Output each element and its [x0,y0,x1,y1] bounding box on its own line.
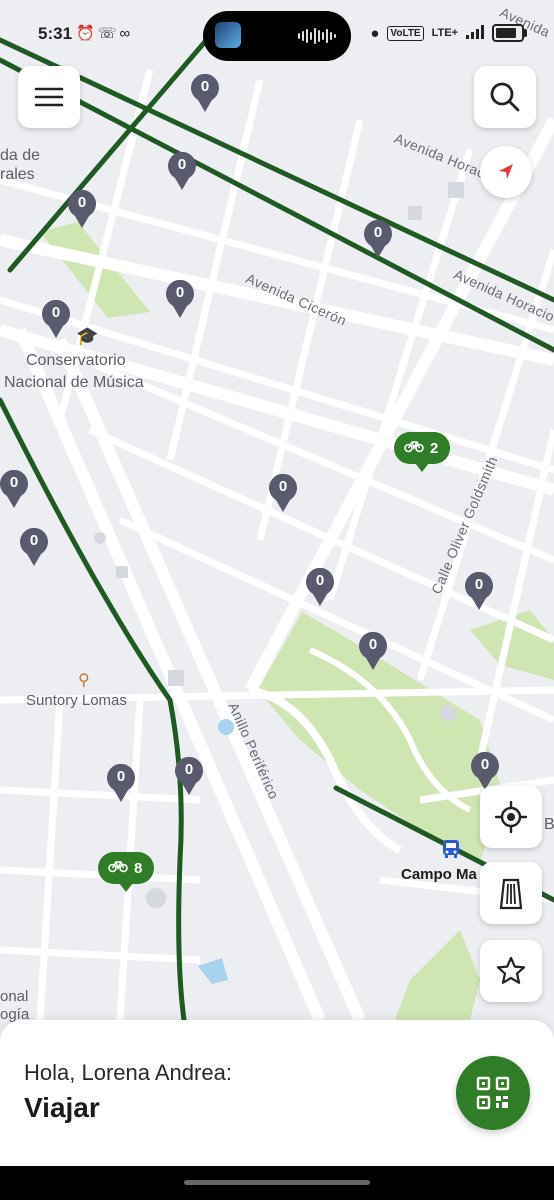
app-icon [215,22,241,48]
bike-station-pin[interactable]: 8 [98,852,155,892]
whatsapp-icon: ☏ [97,25,120,42]
music-school-icon: 🎓 [76,326,99,346]
station-marker[interactable]: 0 [190,73,220,112]
compass-icon [499,164,513,179]
poi-label: B [544,816,554,833]
station-marker[interactable]: 0 [167,151,197,190]
marker-count: 0 [177,156,187,173]
bike-icon: ∞ [119,25,134,42]
my-location-button[interactable] [480,786,542,848]
building-icon [499,878,523,910]
station-marker[interactable]: 0 [305,567,335,606]
marker-count: 0 [368,636,378,653]
poi-label: Campo Ma [401,866,477,883]
qr-scan-button[interactable] [456,1056,530,1130]
greeting-text: Hola, Lorena Andrea: [24,1060,232,1085]
star-icon [496,956,526,984]
bike-station-pin[interactable]: 2 [394,432,451,472]
station-marker[interactable]: 0 [470,751,500,790]
signal-icon [466,24,484,42]
menu-button[interactable] [18,66,80,128]
station-marker[interactable]: 0 [268,473,298,512]
marker-count: 0 [373,224,383,241]
marker-count: 0 [474,576,484,593]
poi-label: rales [0,166,35,183]
search-icon [490,82,520,112]
favorites-button[interactable] [480,940,542,1002]
restaurant-icon: ⚲ [78,672,90,689]
status-time: 5:31 [38,24,73,43]
bike-icon [404,439,424,457]
home-indicator[interactable] [184,1180,370,1185]
marker-count: 0 [200,78,210,95]
bike-icon [108,859,128,877]
dynamic-island [203,11,351,61]
menu-icon [34,87,64,107]
station-count: 2 [430,439,439,457]
station-marker[interactable]: 0 [106,763,136,802]
battery-icon [492,24,527,42]
location-icon: ● [370,24,380,42]
marker-count: 0 [480,756,490,773]
status-bar: 5:31 ⏰☏∞ ● VoLTE LTE+ [0,0,554,70]
poi-label: Suntory Lomas [26,692,127,709]
system-nav-bar [0,1166,554,1200]
poi-label: Conservatorio [26,352,126,369]
volte-badge: VoLTE [387,25,424,41]
crosshair-icon [495,801,527,833]
station-marker[interactable]: 0 [464,571,494,610]
station-marker[interactable]: 0 [67,189,97,228]
station-count: 8 [134,859,143,877]
bottom-sheet[interactable]: Hola, Lorena Andrea: Viajar [0,1020,554,1166]
marker-count: 0 [278,478,288,495]
station-marker[interactable]: 0 [0,469,29,508]
station-marker[interactable]: 0 [358,631,388,670]
marker-count: 0 [175,284,185,301]
search-button[interactable] [474,66,536,128]
marker-count: 0 [315,572,325,589]
station-marker[interactable]: 0 [165,279,195,318]
marker-count: 0 [77,194,87,211]
marker-count: 0 [51,304,61,321]
bus-stop-icon [440,838,462,860]
notification-icons: ⏰☏∞ [76,24,133,42]
marker-count: 0 [9,474,19,491]
qr-code-icon [476,1076,510,1110]
layers-button[interactable] [480,862,542,924]
alarm-icon: ⏰ [76,25,98,42]
marker-count: 0 [116,768,126,785]
station-marker[interactable]: 0 [363,219,393,258]
marker-count: 0 [184,761,194,778]
compass-button[interactable] [480,146,532,198]
system-icons: ● VoLTE LTE+ [370,24,527,42]
lte-label: LTE+ [431,27,458,39]
station-marker[interactable]: 0 [41,299,71,338]
audio-wave-icon [298,28,336,44]
marker-count: 0 [29,532,39,549]
travel-title[interactable]: Viajar [24,1092,100,1124]
poi-label: Nacional de Música [4,374,144,391]
station-marker[interactable]: 0 [174,756,204,795]
station-marker[interactable]: 0 [19,527,49,566]
